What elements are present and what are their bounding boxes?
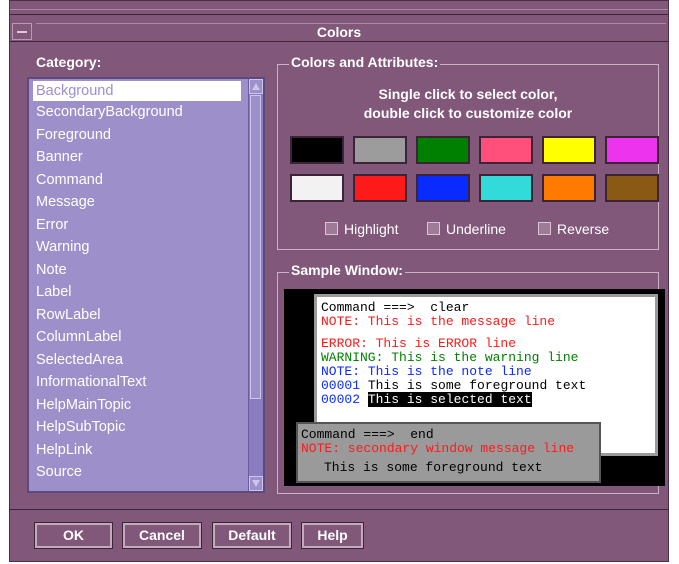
swatch-cyan[interactable] (479, 174, 533, 202)
category-item[interactable]: Source (33, 461, 241, 484)
category-item[interactable]: Foreground (33, 124, 241, 147)
cancel-button[interactable]: Cancel (122, 522, 202, 549)
swatch-pink[interactable] (479, 136, 533, 164)
selected-text: This is selected text (367, 392, 532, 407)
sample-message-line: NOTE: This is the message line (321, 314, 556, 329)
sample-preview: Command ===> clear NOTE: This is the mes… (284, 289, 665, 486)
sample-window-label: Sample Window: (289, 262, 405, 278)
swatch-blue[interactable] (416, 174, 470, 202)
reverse-checkbox[interactable]: Reverse (538, 221, 609, 237)
scroll-thumb[interactable] (250, 95, 261, 399)
category-item[interactable]: Banner (33, 146, 241, 169)
swatch-red[interactable] (353, 174, 407, 202)
swatch-magenta[interactable] (605, 136, 659, 164)
secondary-foreground-text: This is some foreground text (324, 460, 543, 475)
command-value: clear (430, 300, 470, 315)
category-item[interactable]: RowLabel (33, 304, 241, 327)
swatch-green[interactable] (416, 136, 470, 164)
title-bar[interactable]: Colors (10, 1, 668, 42)
category-item[interactable]: SelectedArea (33, 349, 241, 372)
sample-secondary-window: Command ===> end NOTE: secondary window … (296, 422, 601, 483)
secondary-command-value: end (410, 427, 434, 442)
window-title: Colors (316, 24, 362, 40)
category-item[interactable]: Error (33, 214, 241, 237)
swatch-orange[interactable] (542, 174, 596, 202)
category-item[interactable]: HelpSubTopic (33, 416, 241, 439)
underline-checkbox[interactable]: Underline (427, 221, 506, 237)
sample-row-1: 00001 This is some foreground text (321, 379, 586, 393)
secondary-message-line: NOTE: secondary window message line (301, 441, 575, 456)
sample-note-line: NOTE: This is the note line (321, 364, 532, 379)
title-divider (10, 9, 668, 10)
row-text-1: This is some foreground text (367, 378, 587, 393)
category-items: Background SecondaryBackground Foreground B… (33, 80, 241, 484)
scroll-up-arrow-icon[interactable] (249, 79, 263, 94)
highlight-checkbox-box[interactable] (325, 222, 338, 235)
category-item[interactable]: HelpLink (33, 439, 241, 462)
category-item[interactable]: Message (33, 191, 241, 214)
highlight-label: Highlight (344, 221, 399, 237)
category-item[interactable]: Command (33, 169, 241, 192)
command-prompt: Command ===> (321, 300, 415, 315)
scroll-down-arrow-icon[interactable] (249, 476, 263, 491)
category-scrollbar[interactable] (248, 79, 263, 491)
row-number-2: 00002 (321, 392, 361, 407)
category-item[interactable]: HelpMainTopic (33, 394, 241, 417)
highlight-checkbox[interactable]: Highlight (325, 221, 398, 237)
reverse-checkbox-box[interactable] (538, 222, 551, 235)
swatch-gray[interactable] (353, 136, 407, 164)
category-item[interactable]: InformationalText (33, 371, 241, 394)
button-bar-divider (9, 509, 669, 510)
ok-button[interactable]: OK (34, 522, 113, 549)
sample-error-line: ERROR: This is ERROR line (321, 336, 517, 351)
swatch-white[interactable] (290, 174, 344, 202)
hint-line-2: double click to customize color (363, 105, 573, 121)
default-button[interactable]: Default (212, 522, 292, 549)
hint-line-1: Single click to select color, (378, 86, 558, 102)
swatch-yellow[interactable] (542, 136, 596, 164)
swatch-brown[interactable] (605, 174, 659, 202)
underline-label: Underline (446, 221, 506, 237)
screen-edge (0, 0, 9, 564)
category-item[interactable]: Background (33, 81, 241, 101)
category-item[interactable]: Label (33, 281, 241, 304)
reverse-label: Reverse (557, 221, 610, 237)
category-item[interactable]: SecondaryBackground (33, 101, 241, 124)
sample-warning-line: WARNING: This is the warning line (321, 350, 579, 365)
sample-row-2: 00002 This is selected text (321, 392, 532, 407)
category-label: Category: (36, 54, 102, 70)
category-item[interactable]: ColumnLabel (33, 326, 241, 349)
row-number-1: 00001 (321, 378, 361, 393)
swatch-black[interactable] (290, 136, 344, 164)
title-divider-shadow (10, 14, 668, 15)
category-item[interactable]: Warning (33, 236, 241, 259)
colors-attributes-label: Colors and Attributes: (289, 54, 441, 70)
secondary-command-prompt: Command ===> (301, 427, 395, 442)
sample-command-line: Command ===> clear (321, 301, 469, 315)
help-button[interactable]: Help (301, 522, 364, 549)
secondary-command-line: Command ===> end (301, 428, 434, 442)
underline-checkbox-box[interactable] (427, 222, 440, 235)
category-item[interactable]: Note (33, 259, 241, 282)
category-list[interactable]: Background SecondaryBackground Foreground B… (27, 77, 265, 493)
